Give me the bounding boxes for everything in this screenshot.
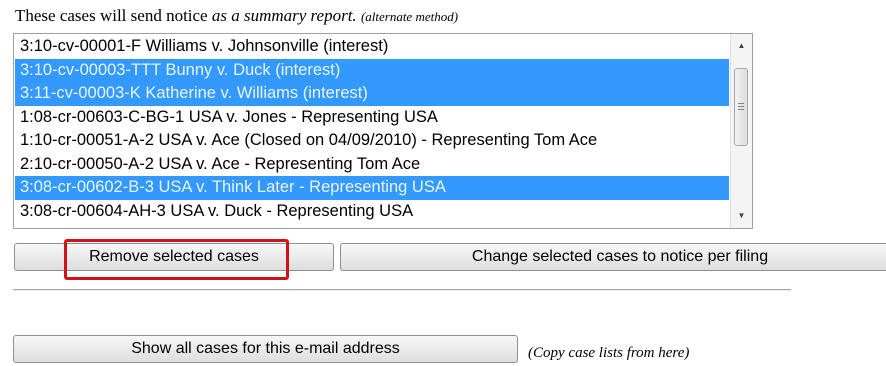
summary-report-heading: These cases will send notice as a summar… xyxy=(15,6,875,27)
list-item[interactable]: 1:10-cr-00051-A-2 USA v. Ace (Closed on … xyxy=(15,129,729,153)
list-item[interactable]: 3:10-cv-00001-F Williams v. Johnsonville… xyxy=(15,35,729,59)
divider xyxy=(13,289,791,291)
show-all-cases-button[interactable]: Show all cases for this e-mail address xyxy=(13,335,518,363)
scroll-up-arrow-icon[interactable]: ▲ xyxy=(731,36,752,56)
scroll-down-arrow-icon[interactable]: ▼ xyxy=(731,206,752,226)
list-item[interactable]: 2:10-cr-00050-A-2 USA v. Ace - Represent… xyxy=(15,152,729,176)
list-item[interactable]: 1:08-cr-00603-C-BG-1 USA v. Jones - Repr… xyxy=(15,105,729,129)
copy-case-lists-note: (Copy case lists from here) xyxy=(528,345,690,361)
list-item[interactable]: 3:08-cr-00604-AH-3 USA v. Duck - Represe… xyxy=(15,199,729,223)
list-item[interactable]: 3:08-cr-00602-B-3 USA v. Think Later - R… xyxy=(15,176,729,200)
heading-italic-text: as a summary report. xyxy=(211,6,357,25)
grip-icon xyxy=(738,103,744,110)
scroll-thumb[interactable] xyxy=(734,68,748,146)
heading-text: These cases will send notice xyxy=(15,6,212,25)
heading-method-text: (alternate method) xyxy=(360,9,459,24)
case-list-items: 3:10-cv-00001-F Williams v. Johnsonville… xyxy=(15,35,729,223)
list-item[interactable]: 3:11-cv-00003-K Katherine v. Williams (i… xyxy=(15,82,729,106)
change-to-notice-per-filing-button[interactable]: Change selected cases to notice per fili… xyxy=(340,243,886,271)
list-item[interactable]: 3:10-cv-00003-TTT Bunny v. Duck (interes… xyxy=(15,58,729,82)
remove-selected-cases-button[interactable]: Remove selected cases xyxy=(14,243,334,271)
list-scrollbar[interactable]: ▲ ▼ xyxy=(730,34,752,228)
case-listbox[interactable]: 3:10-cv-00001-F Williams v. Johnsonville… xyxy=(13,33,753,229)
